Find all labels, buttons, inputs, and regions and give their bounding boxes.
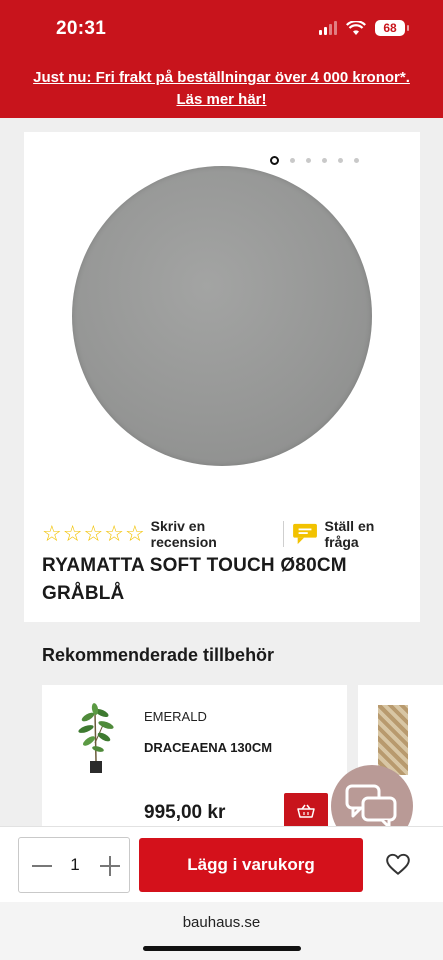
add-to-cart-button[interactable]: Lägg i varukorg [139,838,363,892]
write-review-link[interactable]: Skriv en recension [151,518,275,550]
heart-icon[interactable] [385,851,411,877]
gallery-dot[interactable] [306,158,311,163]
recommended-add-to-cart-button[interactable] [284,793,328,829]
promo-text[interactable]: Just nu: Fri frakt på beställningar över… [0,67,443,89]
star-outline-icon: ☆ [83,521,104,546]
browser-url-bar: bauhaus.se [0,902,443,960]
gallery-dot[interactable] [338,158,343,163]
star-outline-icon: ☆ [42,521,62,546]
star-outline-icon: ☆ [62,521,83,546]
promo-read-more-link[interactable]: Läs mer här! [0,89,443,111]
question-chat-icon[interactable] [291,523,321,545]
recommended-product-card[interactable]: EMERALD DRACEAENA 130CM 995,00 kr [42,685,347,835]
cellular-signal-icon [319,21,337,35]
quantity-stepper: 1 [18,837,130,893]
rating-stars[interactable]: ☆ ☆ ☆ ☆ ☆ [42,523,145,545]
product-title-line: GRÅBLÅ [42,583,125,604]
promo-banner[interactable]: Just nu: Fri frakt på beställningar över… [0,60,443,118]
status-icons: 68 [319,20,409,36]
plant-product-image[interactable] [76,703,116,775]
ask-question-link[interactable]: Ställ en fråga [324,518,412,550]
basket-icon [297,804,315,818]
divider [282,521,284,547]
gallery-dot[interactable] [354,158,359,163]
product-image[interactable] [72,166,372,466]
product-title-line: RYAMATTA SOFT TOUCH Ø80CM [42,555,347,576]
quantity-decrease-button[interactable] [29,852,55,878]
recommended-price: 995,00 kr [144,802,226,823]
bottom-action-bar: 1 Lägg i varukorg [0,826,443,902]
gallery-dot[interactable] [290,158,295,163]
star-outline-icon: ☆ [124,521,145,546]
recommended-brand: EMERALD [144,709,207,724]
wifi-icon [346,20,366,35]
gallery-dot[interactable] [270,156,279,165]
product-card: ☆ ☆ ☆ ☆ ☆ Skriv en recension Ställ en fr… [24,132,420,622]
status-time: 20:31 [56,18,107,39]
gallery-pagination[interactable] [270,156,359,165]
gallery-dot[interactable] [322,158,327,163]
recommended-heading: Rekommenderade tillbehör [42,645,275,665]
rating-row: ☆ ☆ ☆ ☆ ☆ Skriv en recension Ställ en fr… [42,518,412,550]
chat-bubbles-icon [345,784,397,828]
battery-icon: 68 [375,20,409,36]
recommended-name[interactable]: DRACEAENA 130CM [144,740,272,755]
product-thumbnail[interactable] [378,705,408,775]
url-text[interactable]: bauhaus.se [0,914,443,931]
home-indicator [143,946,301,951]
quantity-increase-button[interactable] [97,852,123,878]
product-title: RYAMATTA SOFT TOUCH Ø80CM GRÅBLÅ [42,552,402,608]
quantity-value[interactable]: 1 [64,855,86,875]
star-outline-icon: ☆ [104,521,124,546]
status-bar: 20:31 68 [0,0,443,60]
